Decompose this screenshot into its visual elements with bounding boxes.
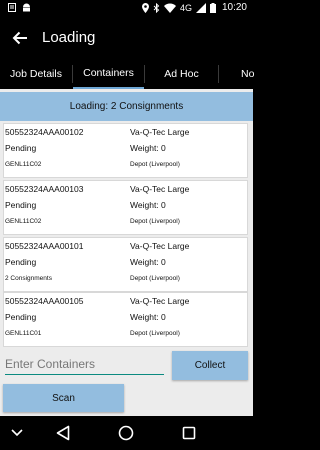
container-location: Depot (Liverpool) xyxy=(130,275,180,282)
bluetooth-icon xyxy=(153,2,160,13)
container-card[interactable]: 50552324AAA00103 Va-Q-Tec Large Pending … xyxy=(3,180,248,235)
tab-containers[interactable]: Containers xyxy=(73,59,144,89)
container-weight: Weight: 0 xyxy=(130,200,166,210)
tab-label: Job Details xyxy=(10,68,62,80)
container-code: GENL11C02 xyxy=(5,218,42,225)
app-bar: Loading xyxy=(0,17,253,59)
container-id: 50552324AAA00102 xyxy=(5,127,84,137)
collect-button[interactable]: Collect xyxy=(172,351,248,380)
container-weight: Weight: 0 xyxy=(130,312,166,322)
tab-label: Ad Hoc xyxy=(164,68,199,80)
tab-ad-hoc[interactable]: Ad Hoc xyxy=(145,59,218,89)
enter-containers-input[interactable] xyxy=(5,354,164,375)
container-weight: Weight: 0 xyxy=(130,257,166,267)
wifi-icon xyxy=(163,3,176,13)
container-id: 50552324AAA00103 xyxy=(5,184,84,194)
status-bar: 4G 10:20 xyxy=(0,0,253,17)
android-icon xyxy=(22,3,31,12)
clock: 10:20 xyxy=(221,2,247,13)
chevron-down-icon[interactable] xyxy=(8,424,26,442)
content-area: Loading: 2 Consignments 50552324AAA00102… xyxy=(0,89,253,416)
home-circle-icon[interactable] xyxy=(117,424,135,442)
back-arrow-icon[interactable] xyxy=(11,29,29,47)
loading-banner: Loading: 2 Consignments xyxy=(0,92,253,121)
container-type: Va-Q-Tec Large xyxy=(130,241,190,251)
tasks-icon xyxy=(8,3,16,12)
network-type-label: 4G xyxy=(179,2,192,13)
battery-icon xyxy=(209,2,216,13)
container-status: Pending xyxy=(5,143,37,153)
container-type: Va-Q-Tec Large xyxy=(130,296,190,306)
container-status: Pending xyxy=(5,257,37,267)
recents-square-icon[interactable] xyxy=(180,424,198,442)
scan-button[interactable]: Scan xyxy=(3,384,124,412)
container-card[interactable]: 50552324AAA00102 Va-Q-Tec Large Pending … xyxy=(3,123,248,178)
location-icon xyxy=(141,2,149,13)
container-card[interactable]: 50552324AAA00105 Va-Q-Tec Large Pending … xyxy=(3,292,248,347)
container-code: GENL11C01 xyxy=(5,330,42,337)
container-type: Va-Q-Tec Large xyxy=(130,127,190,137)
container-code: GENL11C02 xyxy=(5,161,42,168)
container-card[interactable]: 50552324AAA00101 Va-Q-Tec Large Pending … xyxy=(3,237,248,292)
back-triangle-icon[interactable] xyxy=(54,424,72,442)
tab-label: Containers xyxy=(83,67,134,79)
container-status: Pending xyxy=(5,312,37,322)
tab-job-details[interactable]: Job Details xyxy=(0,59,72,89)
container-status: Pending xyxy=(5,200,37,210)
container-id: 50552324AAA00101 xyxy=(5,241,84,251)
container-location: Depot (Liverpool) xyxy=(130,330,180,337)
tab-bar: Job Details Containers Ad Hoc No xyxy=(0,59,254,89)
tab-label: No xyxy=(241,68,255,80)
container-code: 2 Consignments xyxy=(5,275,52,282)
navigation-bar xyxy=(0,416,253,450)
page-title: Loading xyxy=(42,29,96,46)
tab-more[interactable]: No xyxy=(219,59,279,89)
container-location: Depot (Liverpool) xyxy=(130,218,180,225)
container-id: 50552324AAA00105 xyxy=(5,296,84,306)
container-weight: Weight: 0 xyxy=(130,143,166,153)
signal-icon xyxy=(195,2,206,13)
container-location: Depot (Liverpool) xyxy=(130,161,180,168)
container-type: Va-Q-Tec Large xyxy=(130,184,190,194)
